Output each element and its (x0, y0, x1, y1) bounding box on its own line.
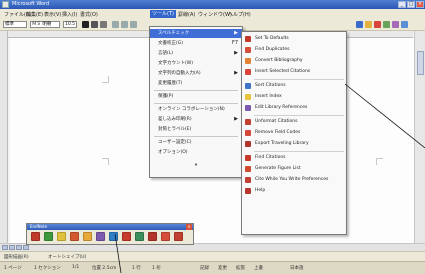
callout-lines (114, 83, 425, 273)
toolbar-callout-line (114, 233, 122, 273)
submenu-callout-line (344, 83, 425, 149)
